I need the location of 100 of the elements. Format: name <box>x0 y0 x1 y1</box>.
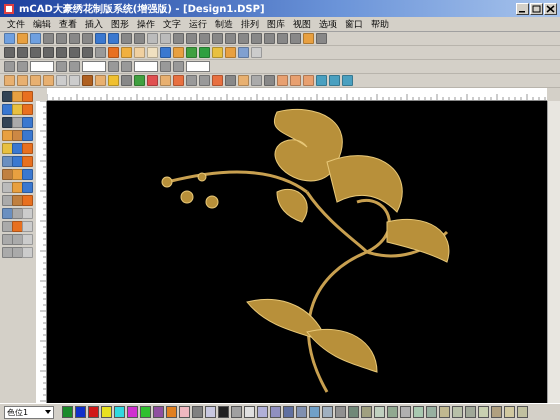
tool-icon[interactable] <box>17 61 28 72</box>
maximize-icon[interactable] <box>530 2 543 14</box>
color-swatch[interactable] <box>478 406 489 418</box>
tool-icon[interactable] <box>199 33 210 44</box>
color-swatch[interactable] <box>179 406 190 418</box>
tool-icon[interactable] <box>173 75 184 86</box>
menu-item[interactable]: 运行 <box>186 18 210 30</box>
tool-icon[interactable] <box>316 75 327 86</box>
tool-icon[interactable] <box>22 91 33 102</box>
tool-icon[interactable] <box>108 61 119 72</box>
color-swatch[interactable] <box>192 406 203 418</box>
tool-icon[interactable] <box>4 61 15 72</box>
menu-item[interactable]: 图库 <box>264 18 288 30</box>
tool-icon[interactable] <box>134 47 145 58</box>
tool-icon[interactable] <box>69 33 80 44</box>
tool-icon[interactable] <box>316 33 327 44</box>
color-swatch[interactable] <box>465 406 476 418</box>
tool-icon[interactable] <box>12 234 23 245</box>
tool-icon[interactable] <box>212 47 223 58</box>
tool-icon[interactable] <box>290 33 301 44</box>
menu-item[interactable]: 插入 <box>82 18 106 30</box>
tool-icon[interactable] <box>43 33 54 44</box>
color-swatch[interactable] <box>75 406 86 418</box>
color-swatch[interactable] <box>140 406 151 418</box>
color-swatch[interactable] <box>322 406 333 418</box>
tool-icon[interactable] <box>12 195 23 206</box>
tool-icon[interactable] <box>2 221 13 232</box>
color-swatch[interactable] <box>491 406 502 418</box>
tool-icon[interactable] <box>56 75 67 86</box>
tool-icon[interactable] <box>121 47 132 58</box>
tool-icon[interactable] <box>12 182 23 193</box>
tool-icon[interactable] <box>12 169 23 180</box>
tool-icon[interactable] <box>2 104 13 115</box>
tool-icon[interactable] <box>160 33 171 44</box>
tool-icon[interactable] <box>186 33 197 44</box>
tool-icon[interactable] <box>22 156 33 167</box>
tool-icon[interactable] <box>303 33 314 44</box>
tool-icon[interactable] <box>22 247 33 258</box>
color-swatch[interactable] <box>205 406 216 418</box>
tool-icon[interactable] <box>95 75 106 86</box>
tool-icon[interactable] <box>134 33 145 44</box>
menu-item[interactable]: 视图 <box>290 18 314 30</box>
tool-icon[interactable] <box>290 75 301 86</box>
number-field[interactable] <box>186 61 210 72</box>
number-field[interactable] <box>82 61 106 72</box>
menu-item[interactable]: 操作 <box>134 18 158 30</box>
color-swatch[interactable] <box>361 406 372 418</box>
tool-icon[interactable] <box>147 47 158 58</box>
tool-icon[interactable] <box>342 75 353 86</box>
color-swatch[interactable] <box>114 406 125 418</box>
tool-icon[interactable] <box>2 117 13 128</box>
tool-icon[interactable] <box>12 208 23 219</box>
tool-icon[interactable] <box>108 47 119 58</box>
vertical-scrollbar[interactable] <box>547 101 560 403</box>
tool-icon[interactable] <box>2 169 13 180</box>
tool-icon[interactable] <box>225 33 236 44</box>
tool-icon[interactable] <box>160 61 171 72</box>
color-swatch[interactable] <box>413 406 424 418</box>
tool-icon[interactable] <box>12 130 23 141</box>
color-swatch[interactable] <box>426 406 437 418</box>
tool-icon[interactable] <box>251 47 262 58</box>
tool-icon[interactable] <box>238 33 249 44</box>
color-swatch[interactable] <box>101 406 112 418</box>
color-swatch[interactable] <box>283 406 294 418</box>
tool-icon[interactable] <box>329 75 340 86</box>
color-swatch[interactable] <box>387 406 398 418</box>
color-swatch[interactable] <box>335 406 346 418</box>
close-icon[interactable] <box>544 2 557 14</box>
menu-item[interactable]: 文件 <box>4 18 28 30</box>
tool-icon[interactable] <box>30 33 41 44</box>
color-swatch[interactable] <box>166 406 177 418</box>
menu-item[interactable]: 窗口 <box>342 18 366 30</box>
menu-item[interactable]: 排列 <box>238 18 262 30</box>
menu-item[interactable]: 文字 <box>160 18 184 30</box>
tool-icon[interactable] <box>277 33 288 44</box>
tool-icon[interactable] <box>173 47 184 58</box>
tool-icon[interactable] <box>95 47 106 58</box>
color-swatch[interactable] <box>244 406 255 418</box>
color-swatch[interactable] <box>374 406 385 418</box>
menu-item[interactable]: 查看 <box>56 18 80 30</box>
tool-icon[interactable] <box>225 75 236 86</box>
tool-icon[interactable] <box>12 91 23 102</box>
color-swatch[interactable] <box>400 406 411 418</box>
tool-icon[interactable] <box>17 33 28 44</box>
color-swatch[interactable] <box>153 406 164 418</box>
tool-icon[interactable] <box>173 33 184 44</box>
tool-icon[interactable] <box>12 247 23 258</box>
tool-icon[interactable] <box>121 33 132 44</box>
color-swatch[interactable] <box>62 406 73 418</box>
tool-icon[interactable] <box>277 75 288 86</box>
menu-item[interactable]: 制造 <box>212 18 236 30</box>
tool-icon[interactable] <box>2 182 13 193</box>
tool-icon[interactable] <box>173 61 184 72</box>
color-swatch[interactable] <box>257 406 268 418</box>
menu-item[interactable]: 编辑 <box>30 18 54 30</box>
tool-icon[interactable] <box>43 75 54 86</box>
menu-item[interactable]: 帮助 <box>368 18 392 30</box>
tool-icon[interactable] <box>2 156 13 167</box>
tool-icon[interactable] <box>251 33 262 44</box>
tool-icon[interactable] <box>12 221 23 232</box>
